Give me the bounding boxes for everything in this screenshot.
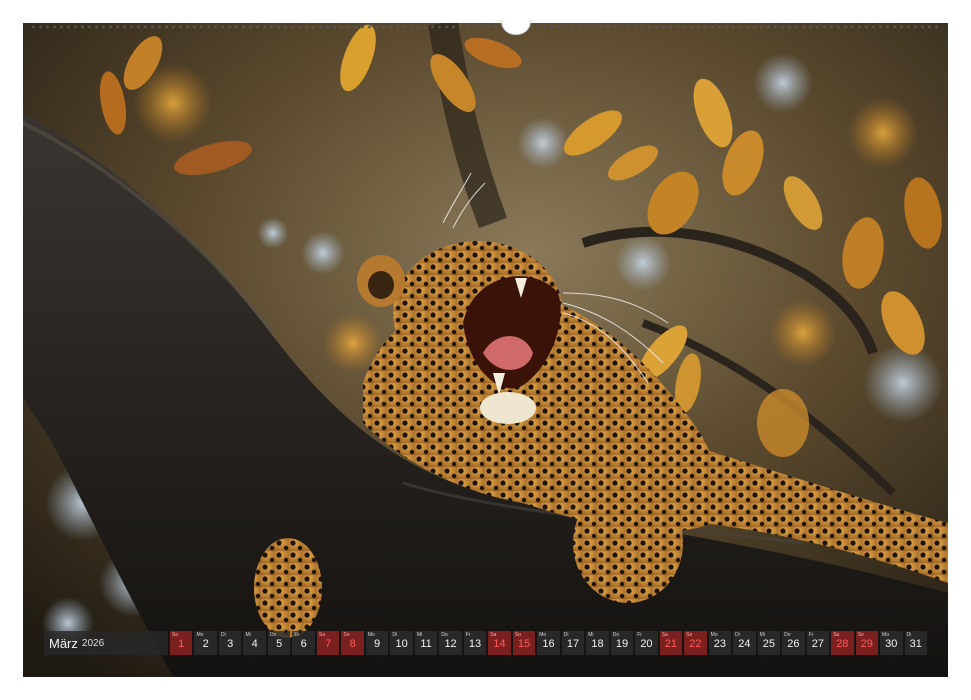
day-number: 4 — [251, 638, 258, 650]
day-cell: Fr 27 — [806, 631, 830, 655]
day-number: 9 — [374, 638, 381, 650]
day-number: 5 — [276, 638, 283, 650]
day-cell: Di 31 — [904, 631, 928, 655]
day-cell: Mo 23 — [708, 631, 732, 655]
day-number: 27 — [811, 638, 824, 650]
calendar-photo — [23, 23, 948, 677]
year-label: 2026 — [81, 637, 105, 649]
day-cell: Do 5 — [267, 631, 291, 655]
day-cell: So 22 — [684, 631, 707, 655]
day-number: 30 — [885, 638, 898, 650]
day-cell: Do 19 — [610, 631, 634, 655]
day-cell: Sa 28 — [831, 631, 854, 655]
day-cell: So 15 — [512, 631, 536, 655]
day-number: 7 — [325, 638, 332, 650]
day-cell: So 29 — [855, 631, 879, 655]
day-cell: So 8 — [341, 631, 364, 655]
day-number: 11 — [420, 638, 432, 650]
day-cells: So 1 Mo 2 Di 3 Mi 4 Do 5 Fr 6 Sa 7 So 8 Mo 9 Di 10 Mi 11 Do 12 F… — [170, 631, 928, 655]
day-cell: Di 3 — [218, 631, 242, 655]
day-cell: Do 26 — [782, 631, 805, 655]
spiral-binding — [30, 20, 942, 35]
day-cell: Mo 2 — [194, 631, 217, 655]
day-number: 15 — [517, 638, 531, 650]
day-number: 14 — [493, 638, 506, 650]
day-cell: Fr 13 — [463, 631, 487, 655]
day-number: 13 — [468, 638, 482, 650]
day-number: 31 — [909, 638, 922, 650]
day-cell: Sa 21 — [659, 631, 683, 655]
day-cell: Do 12 — [439, 631, 462, 655]
day-number: 28 — [836, 638, 849, 650]
day-cell: Di 24 — [733, 631, 756, 655]
day-number: 24 — [738, 638, 751, 650]
month-name: März — [49, 635, 78, 651]
day-cell: Mo 30 — [880, 631, 903, 655]
day-cell: Fr 6 — [292, 631, 315, 655]
day-number: 23 — [713, 638, 727, 650]
day-cell: Di 17 — [561, 631, 585, 655]
day-cell: Mi 4 — [243, 631, 266, 655]
day-number: 1 — [178, 638, 185, 650]
day-number: 26 — [787, 638, 800, 650]
day-number: 18 — [591, 638, 604, 650]
day-cell: Mo 16 — [537, 631, 560, 655]
day-cell: Sa 7 — [316, 631, 340, 655]
day-cell: Mi 18 — [586, 631, 609, 655]
day-number: 3 — [227, 638, 234, 650]
day-number: 25 — [762, 638, 775, 650]
day-number: 10 — [395, 638, 408, 650]
day-number: 2 — [202, 638, 209, 650]
day-number: 12 — [444, 638, 457, 650]
month-calendar-bar: März 2026 So 1 Mo 2 Di 3 Mi 4 Do 5 Fr 6 Sa 7 So 8 Mo 9 Di 1… — [44, 631, 928, 655]
binding-holes — [30, 25, 942, 29]
month-label-box: März 2026 — [44, 631, 168, 655]
leopard-scene — [23, 23, 948, 677]
day-number: 20 — [640, 638, 653, 650]
day-cell: So 1 — [170, 631, 193, 655]
day-number: 19 — [615, 638, 629, 650]
day-number: 17 — [566, 638, 580, 650]
day-cell: Fr 20 — [635, 631, 658, 655]
day-number: 16 — [542, 638, 555, 650]
day-number: 22 — [689, 638, 702, 650]
day-cell: Mo 9 — [365, 631, 389, 655]
day-cell: Di 10 — [390, 631, 413, 655]
day-number: 8 — [349, 638, 356, 650]
day-cell: Sa 14 — [488, 631, 511, 655]
day-number: 6 — [300, 638, 307, 650]
day-cell: Mi 25 — [757, 631, 781, 655]
day-cell: Mi 11 — [414, 631, 438, 655]
day-number: 29 — [860, 638, 873, 650]
day-number: 21 — [664, 638, 678, 650]
